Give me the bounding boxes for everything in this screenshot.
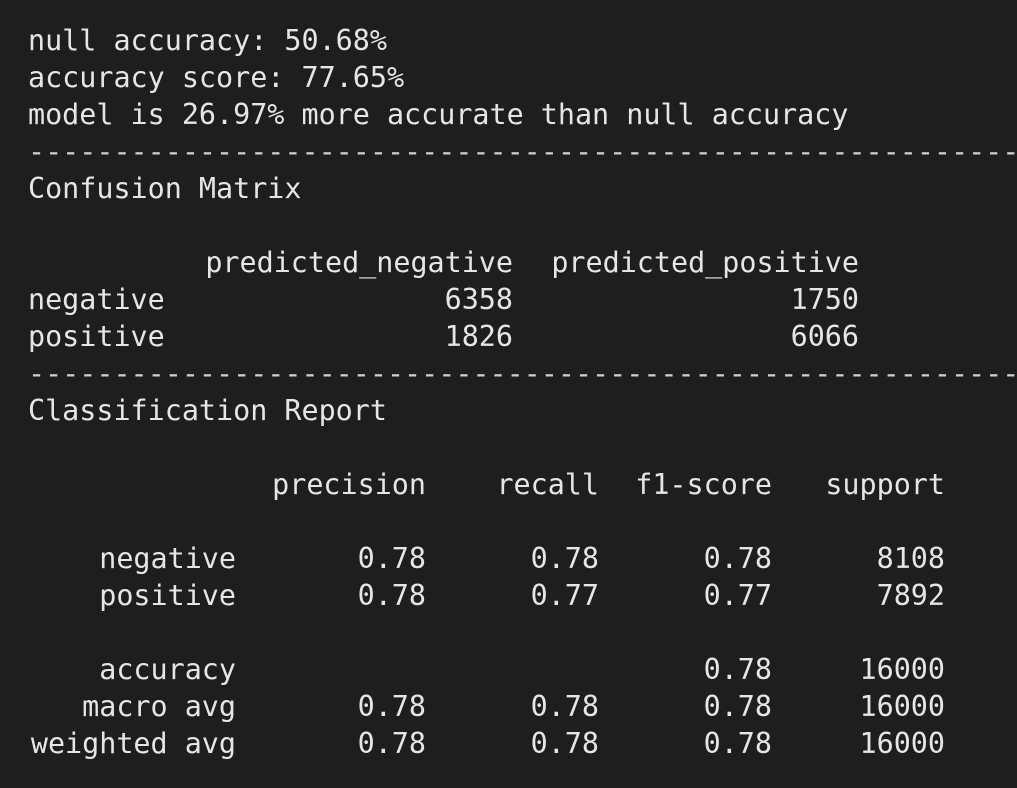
table-row: macro avg 0.78 0.78 0.78 16000: [28, 688, 1017, 725]
cell-value: 0.78: [530, 690, 599, 723]
row-label: negative: [28, 283, 165, 316]
column-header: recall: [496, 468, 599, 501]
accuracy-score-line: accuracy score: 77.65%: [28, 61, 405, 94]
cell-value: 0.77: [703, 579, 772, 612]
cell-value: 0.78: [530, 727, 599, 760]
column-header: support: [825, 468, 945, 501]
divider: ----------------------------------------…: [28, 135, 1017, 168]
cell-value: 0.78: [703, 690, 772, 723]
table-row: positive 1826 6066: [28, 318, 1017, 355]
cell-value: 0.78: [357, 727, 426, 760]
confusion-matrix-corner: [28, 244, 201, 281]
table-row: positive 0.78 0.77 0.77 7892: [28, 577, 1017, 614]
cell-value: [236, 651, 426, 688]
cell-value: 1750: [790, 283, 859, 316]
comparison-line: model is 26.97% more accurate than null …: [28, 98, 849, 131]
classification-report-corner: [28, 466, 236, 503]
cell-value: 0.77: [530, 579, 599, 612]
cell-value: 16000: [859, 690, 945, 723]
row-label: weighted avg: [30, 727, 236, 760]
cell-value: 0.78: [530, 542, 599, 575]
confusion-matrix-title: Confusion Matrix: [28, 172, 302, 205]
cell-value: 0.78: [703, 653, 772, 686]
table-row: weighted avg 0.78 0.78 0.78 16000: [28, 725, 1017, 762]
divider: ----------------------------------------…: [28, 357, 1017, 390]
cell-value: 6066: [790, 320, 859, 353]
cell-value: 0.78: [357, 690, 426, 723]
row-label: positive: [99, 579, 236, 612]
cell-value: 6358: [444, 283, 513, 316]
null-accuracy-line: null accuracy: 50.68%: [28, 24, 387, 57]
cell-value: 8108: [876, 542, 945, 575]
cell-value: 0.78: [357, 579, 426, 612]
cell-value: [426, 651, 599, 688]
column-header: f1-score: [635, 468, 772, 501]
row-label: positive: [28, 320, 165, 353]
cell-value: 16000: [859, 727, 945, 760]
terminal-output: null accuracy: 50.68% accuracy score: 77…: [28, 22, 1017, 762]
cell-value: 16000: [859, 653, 945, 686]
cell-value: 7892: [876, 579, 945, 612]
cell-value: 1826: [444, 320, 513, 353]
column-header: predicted_negative: [205, 246, 513, 279]
confusion-matrix-header: predicted_negative predicted_positive: [28, 244, 1017, 281]
table-row: negative 0.78 0.78 0.78 8108: [28, 540, 1017, 577]
table-row: accuracy 0.78 16000: [28, 651, 1017, 688]
column-header: predicted_positive: [551, 246, 859, 279]
row-label: negative: [99, 542, 236, 575]
row-label: macro avg: [82, 690, 236, 723]
cell-value: 0.78: [357, 542, 426, 575]
column-header: precision: [272, 468, 426, 501]
row-label: accuracy: [99, 653, 236, 686]
cell-value: 0.78: [703, 727, 772, 760]
classification-report-header: precision recall f1-score support: [28, 466, 1017, 503]
table-row: negative 6358 1750: [28, 281, 1017, 318]
cell-value: 0.78: [703, 542, 772, 575]
classification-report-title: Classification Report: [28, 394, 387, 427]
